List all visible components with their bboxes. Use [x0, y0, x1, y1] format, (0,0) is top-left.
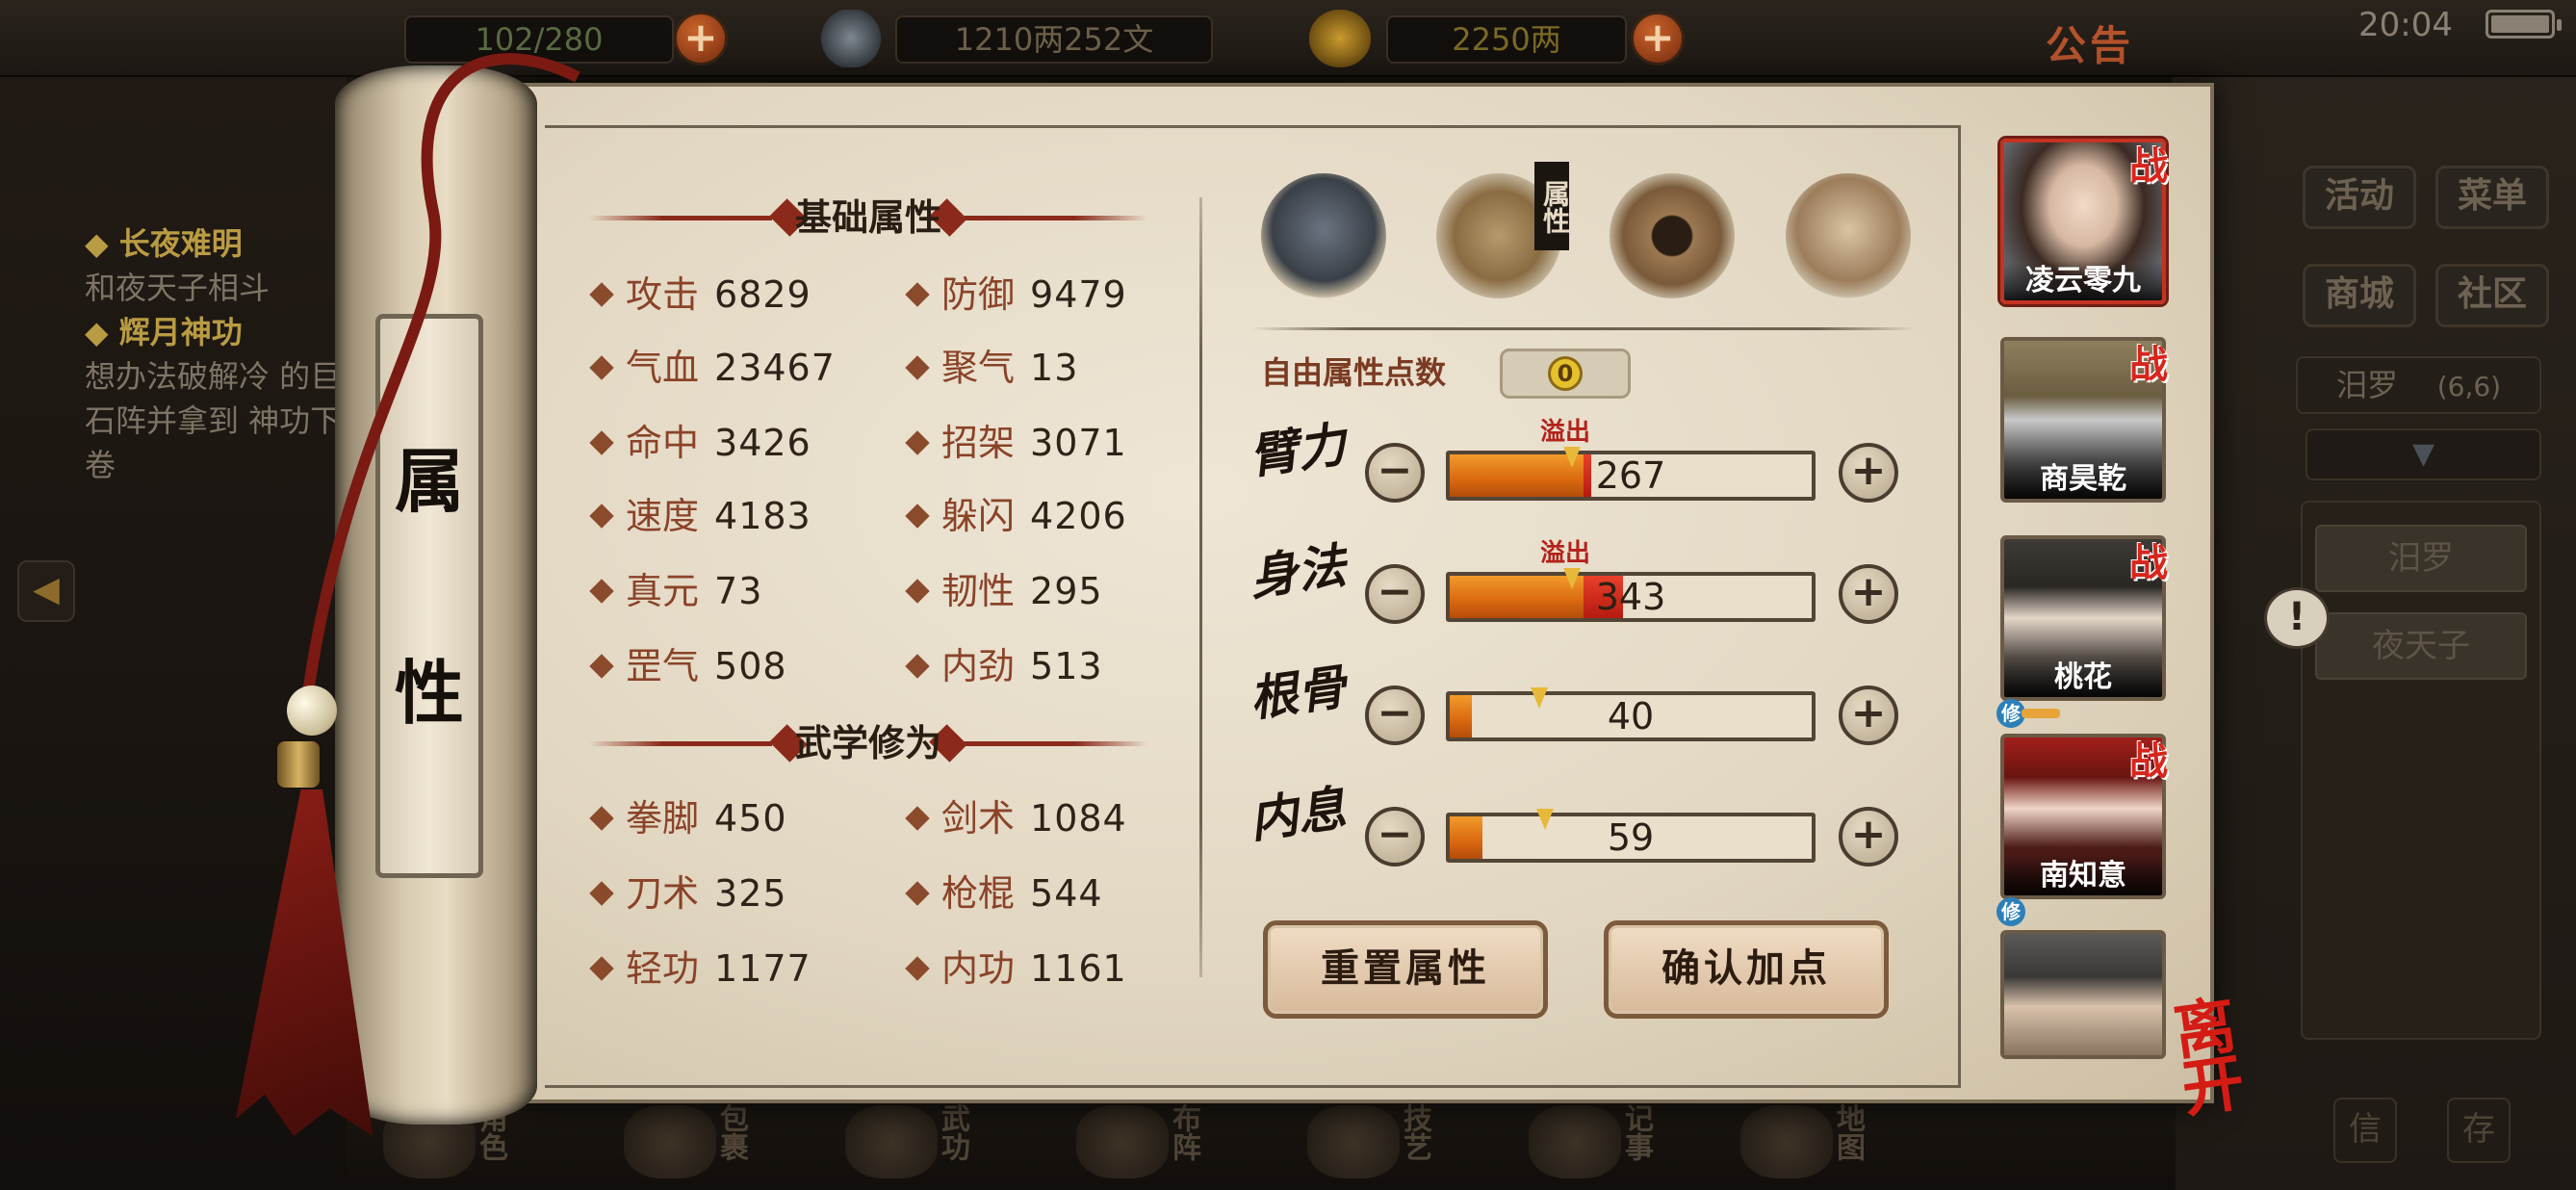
strength-bar: 267 — [1446, 451, 1816, 501]
add-stamina-button[interactable]: + — [674, 12, 728, 65]
stat-blade: 刀术 325 — [589, 870, 787, 917]
strength-value: 267 — [1595, 454, 1666, 497]
stat-defense: 防御 9479 — [905, 272, 1127, 318]
party-member-name: 南知意 — [2004, 857, 2162, 895]
area-tab[interactable]: ▼ — [2306, 428, 2541, 480]
save-button[interactable]: 存 — [2447, 1098, 2511, 1163]
stat-accuracy: 命中 3426 — [589, 420, 811, 466]
party-member[interactable] — [2000, 930, 2166, 1059]
attr-name-strength: 臂力 — [1246, 415, 1350, 485]
agility-bar: 343 — [1446, 572, 1816, 622]
jade-bead — [287, 686, 337, 736]
scroll-cord — [302, 53, 580, 694]
strength-plus-button[interactable]: + — [1839, 443, 1898, 503]
tassel-cap — [277, 741, 320, 788]
tabs-divider — [1251, 327, 1916, 330]
shop-button[interactable]: 商城 — [2303, 264, 2416, 327]
activity-button[interactable]: 活动 — [2303, 166, 2416, 229]
confirm-points-button[interactable]: 确认加点 — [1604, 920, 1889, 1019]
list-item[interactable]: 汨罗 — [2315, 525, 2527, 592]
stat-toughness: 韧性 295 — [905, 568, 1103, 614]
agility-value: 343 — [1595, 576, 1666, 618]
notice-button[interactable]: 公告 — [2046, 13, 2134, 72]
muscle-tab-icon[interactable] — [1786, 173, 1911, 298]
party-member-name: 商昊乾 — [2004, 460, 2162, 499]
attr-name-agility: 身法 — [1246, 536, 1350, 607]
battle-badge: 战 — [2129, 342, 2168, 387]
stat-qi-gather: 聚气 13 — [905, 345, 1078, 391]
agility-minus-button[interactable]: − — [1365, 564, 1425, 624]
gold-ingot-icon — [1309, 10, 1371, 67]
breath-value: 59 — [1607, 816, 1655, 859]
strength-overflow-label: 溢出 — [1540, 418, 1591, 447]
agility-overflow-label: 溢出 — [1540, 539, 1591, 568]
breath-bar: 59 — [1446, 813, 1816, 863]
bagua-tab-icon[interactable] — [1610, 173, 1735, 298]
battle-badge: 战 — [2129, 143, 2168, 189]
strength-minus-button[interactable]: − — [1365, 443, 1425, 503]
stat-lightness: 轻功 1177 — [589, 945, 811, 992]
stat-hp: 气血 23467 — [589, 345, 836, 391]
free-points-value: 0 — [1500, 349, 1631, 399]
list-item[interactable]: 夜天子 — [2315, 612, 2527, 680]
community-button[interactable]: 社区 — [2435, 264, 2549, 327]
hero-tab-icon[interactable] — [1261, 173, 1386, 298]
party-member-name: 凌云零九 — [2004, 262, 2162, 300]
add-gold-button[interactable]: + — [1631, 12, 1685, 65]
constitution-plus-button[interactable]: + — [1839, 686, 1898, 745]
fan-icon — [1529, 1105, 1621, 1178]
reset-attributes-button[interactable]: 重置属性 — [1263, 920, 1548, 1019]
craft-icon — [1307, 1105, 1400, 1178]
collapse-arrow-icon[interactable]: ◀ — [17, 560, 75, 622]
constitution-minus-button[interactable]: − — [1365, 686, 1425, 745]
breath-plus-button[interactable]: + — [1839, 807, 1898, 867]
constitution-value: 40 — [1607, 695, 1655, 737]
portrait-divider — [1958, 125, 1961, 1088]
constitution-bar: 40 — [1446, 691, 1816, 741]
stat-fist: 拳脚 450 — [589, 795, 787, 841]
stat-gang-qi: 罡气 508 — [589, 643, 787, 689]
stat-dodge: 躲闪 4206 — [905, 493, 1127, 539]
agility-plus-button[interactable]: + — [1839, 564, 1898, 624]
battery-icon — [2486, 10, 2562, 39]
attr-name-breath: 内息 — [1246, 779, 1350, 849]
stat-inner-art: 内功 1161 — [905, 945, 1127, 992]
party-member-name: 桃花 — [2004, 659, 2162, 697]
stat-parry: 招架 3071 — [905, 420, 1127, 466]
clock: 20:04 — [2358, 6, 2453, 44]
location-header: 汨罗 (6,6) — [2296, 356, 2541, 414]
breath-minus-button[interactable]: − — [1365, 807, 1425, 867]
quest-hint-icon[interactable]: ! — [2264, 587, 2330, 649]
martial-section-heading: 武学修为 — [589, 718, 1147, 768]
leave-button[interactable]: 离开 — [2170, 989, 2290, 1126]
cultivate-progress — [2022, 709, 2060, 718]
money-value: 1210两252文 — [895, 15, 1213, 64]
basic-section-heading: 基础属性 — [589, 193, 1147, 243]
silver-icon — [820, 10, 882, 67]
battle-badge: 战 — [2129, 738, 2168, 784]
column-divider — [1199, 197, 1202, 977]
stat-speed: 速度 4183 — [589, 493, 811, 539]
cultivate-badge: 修 — [1996, 897, 2025, 926]
attr-name-constitution: 根骨 — [1246, 658, 1350, 728]
map-icon — [1740, 1105, 1833, 1178]
bag-icon — [624, 1105, 716, 1178]
stat-spear: 枪棍 544 — [905, 870, 1103, 917]
gold-value: 2250两 — [1386, 15, 1627, 64]
free-points-label: 自由属性点数 — [1261, 354, 1447, 391]
tab-attribute-label: 属性 — [1534, 162, 1571, 250]
stat-true-essence: 真元 73 — [589, 568, 762, 614]
bagua-icon — [1076, 1105, 1169, 1178]
stat-inner-force: 内劲 513 — [905, 643, 1103, 689]
battle-badge: 战 — [2129, 540, 2168, 585]
stat-sword: 剑术 1084 — [905, 795, 1127, 841]
stat-attack: 攻击 6829 — [589, 272, 811, 318]
mail-button[interactable]: 信 — [2333, 1098, 2397, 1163]
menu-button[interactable]: 菜单 — [2435, 166, 2549, 229]
scroll-icon — [845, 1105, 938, 1178]
